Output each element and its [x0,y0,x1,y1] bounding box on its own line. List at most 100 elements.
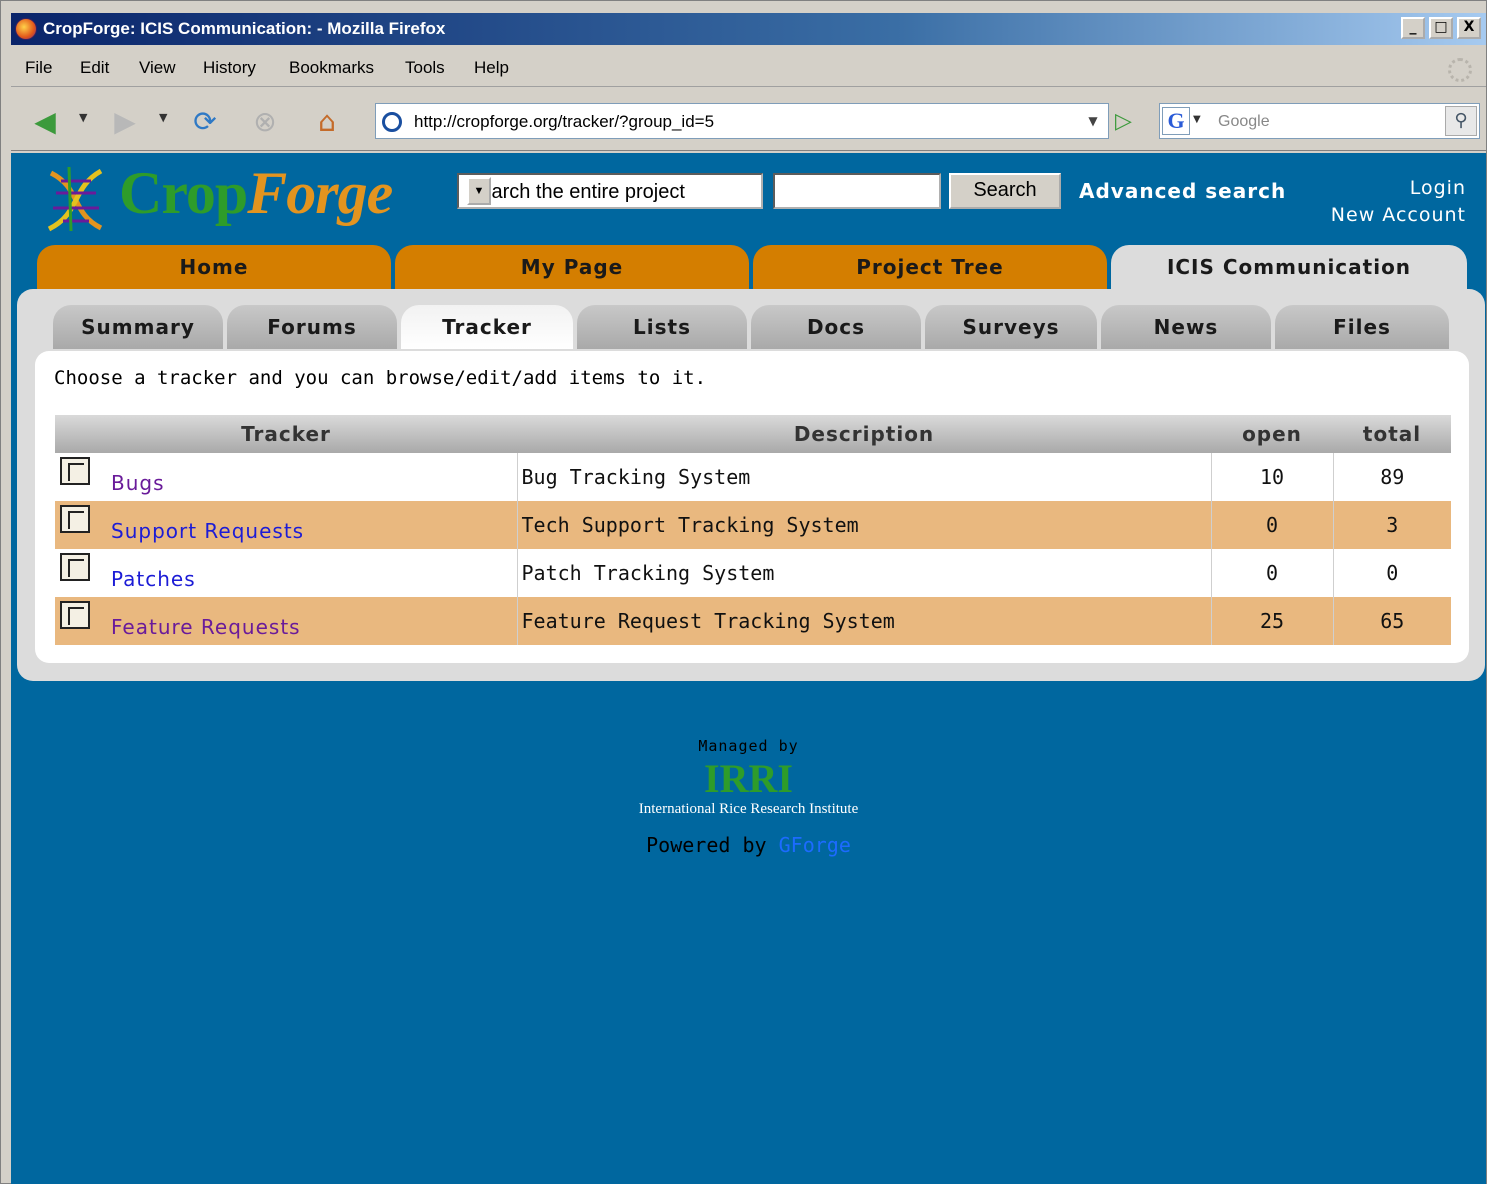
menu-help[interactable]: Help [474,58,509,78]
tab-lists[interactable]: Lists [577,305,747,349]
table-row: Patches Patch Tracking System 0 0 [55,549,1451,597]
tracker-content: Choose a tracker and you can browse/edit… [35,351,1469,663]
stop-icon[interactable]: ⊗ [245,104,285,142]
close-button[interactable]: X [1457,17,1481,39]
forward-history-dropdown-icon[interactable]: ▼ [159,111,167,124]
menu-bookmarks[interactable]: Bookmarks [289,58,374,78]
tab-surveys[interactable]: Surveys [925,305,1097,349]
go-arrow-icon[interactable]: ▷ [1115,109,1132,134]
open-count-cell: 25 [1210,597,1333,645]
url-history-dropdown-icon[interactable]: ▼ [1082,106,1104,136]
description-cell: Patch Tracking System [516,549,1211,597]
menu-tools[interactable]: Tools [405,58,445,78]
search-engine-box[interactable]: G ▼ Google ⚲ [1159,103,1480,139]
minimize-button[interactable]: _ [1401,17,1425,39]
irri-fullname[interactable]: International Rice Research Institute [11,801,1486,818]
cropforge-logo[interactable]: CropForge [41,159,441,239]
tab-news[interactable]: News [1101,305,1271,349]
dna-logo-icon [47,166,103,232]
reload-icon[interactable]: ⟳ [185,104,225,142]
tracker-link-feature-requests[interactable]: Feature Requests [111,615,301,639]
logo-text-crop: Crop [119,160,248,226]
tracker-icon[interactable] [60,601,90,629]
header-description[interactable]: Description [517,415,1211,453]
tab-files[interactable]: Files [1275,305,1449,349]
engine-dropdown-icon[interactable]: ▼ [1193,114,1201,125]
header-tracker[interactable]: Tracker [55,415,517,453]
menu-history[interactable]: History [203,58,256,78]
open-count-cell: 0 [1210,501,1333,549]
irri-logo[interactable]: IRRI [11,759,1486,799]
google-engine-icon[interactable]: G [1162,107,1190,135]
navigation-toolbar: ◀ ▼ ▶ ▼ ⟳ ⊗ ⌂ http://cropforge.org/track… [11,91,1486,151]
title-bar: CropForge: ICIS Communication: - Mozilla… [11,13,1486,45]
intro-text: Choose a tracker and you can browse/edit… [54,367,707,389]
header-total[interactable]: total [1333,415,1451,453]
forward-arrow-icon[interactable]: ▶ [105,104,145,142]
chevron-down-icon[interactable]: ▼ [467,177,491,205]
new-account-link[interactable]: New Account [1331,204,1466,226]
tab-project-tree[interactable]: Project Tree [753,245,1107,291]
logo-text-forge: Forge [247,160,393,226]
search-words-input[interactable] [773,173,941,209]
back-history-dropdown-icon[interactable]: ▼ [79,111,87,124]
logo-wordmark: CropForge [119,159,393,228]
page-content: CropForge Search the entire project ▼ Se… [11,153,1486,1184]
tab-docs[interactable]: Docs [751,305,921,349]
window-title: CropForge: ICIS Communication: - Mozilla… [43,19,446,38]
site-identity-icon[interactable] [382,112,402,132]
open-count-cell: 10 [1210,453,1333,501]
tracker-cell: Feature Requests [55,597,517,645]
powered-by-label: Powered by [646,833,767,857]
managed-by-label: Managed by [698,737,799,755]
menu-bar: File Edit View History Bookmarks Tools H… [11,49,1486,87]
tab-icis-communication[interactable]: ICIS Communication [1111,245,1467,291]
search-scope-value[interactable]: Search the entire project [467,181,685,204]
browser-window: CropForge: ICIS Communication: - Mozilla… [0,0,1487,1184]
search-scope-select[interactable]: Search the entire project ▼ [457,173,763,209]
tab-forums[interactable]: Forums [227,305,397,349]
table-row: Bugs Bug Tracking System 10 89 [55,453,1451,501]
tracker-link-patches[interactable]: Patches [111,567,196,591]
throbber-icon [1448,58,1472,82]
tracker-icon[interactable] [60,553,90,581]
search-button[interactable]: Search [949,173,1061,209]
menu-file[interactable]: File [25,58,52,78]
total-count-cell: 3 [1332,501,1451,549]
advanced-search-link[interactable]: Advanced search [1079,179,1286,203]
tab-summary[interactable]: Summary [53,305,223,349]
tracker-cell: Patches [55,549,517,597]
firefox-icon [15,18,37,40]
search-engine-input[interactable]: Google [1218,113,1270,131]
description-cell: Feature Request Tracking System [516,597,1211,645]
back-arrow-icon[interactable]: ◀ [25,104,65,142]
total-count-cell: 0 [1332,549,1451,597]
menu-view[interactable]: View [139,58,176,78]
description-cell: Bug Tracking System [516,453,1211,501]
magnifier-icon[interactable]: ⚲ [1445,106,1477,136]
total-count-cell: 65 [1332,597,1451,645]
tab-tracker[interactable]: Tracker [401,305,573,349]
table-row: Support Requests Tech Support Tracking S… [55,501,1451,549]
tracker-cell: Support Requests [55,501,517,549]
tracker-cell: Bugs [55,453,517,501]
tracker-link-bugs[interactable]: Bugs [111,471,165,495]
tracker-icon[interactable] [60,505,90,533]
maximize-button[interactable]: □ [1429,17,1453,39]
tracker-table: Tracker Description open total Bugs Bug … [55,415,1451,645]
tracker-icon[interactable] [60,457,90,485]
url-text[interactable]: http://cropforge.org/tracker/?group_id=5 [414,112,714,132]
total-count-cell: 89 [1332,453,1451,501]
tracker-link-support-requests[interactable]: Support Requests [111,519,304,543]
tab-home[interactable]: Home [37,245,391,291]
login-link[interactable]: Login [1410,177,1466,199]
open-count-cell: 0 [1210,549,1333,597]
home-icon[interactable]: ⌂ [307,104,347,142]
gforge-link[interactable]: GForge [779,833,851,857]
description-cell: Tech Support Tracking System [516,501,1211,549]
header-open[interactable]: open [1211,415,1333,453]
tab-my-page[interactable]: My Page [395,245,749,291]
address-bar[interactable]: http://cropforge.org/tracker/?group_id=5… [375,103,1109,139]
project-panel: Summary Forums Tracker Lists Docs Survey… [17,289,1485,681]
menu-edit[interactable]: Edit [80,58,109,78]
